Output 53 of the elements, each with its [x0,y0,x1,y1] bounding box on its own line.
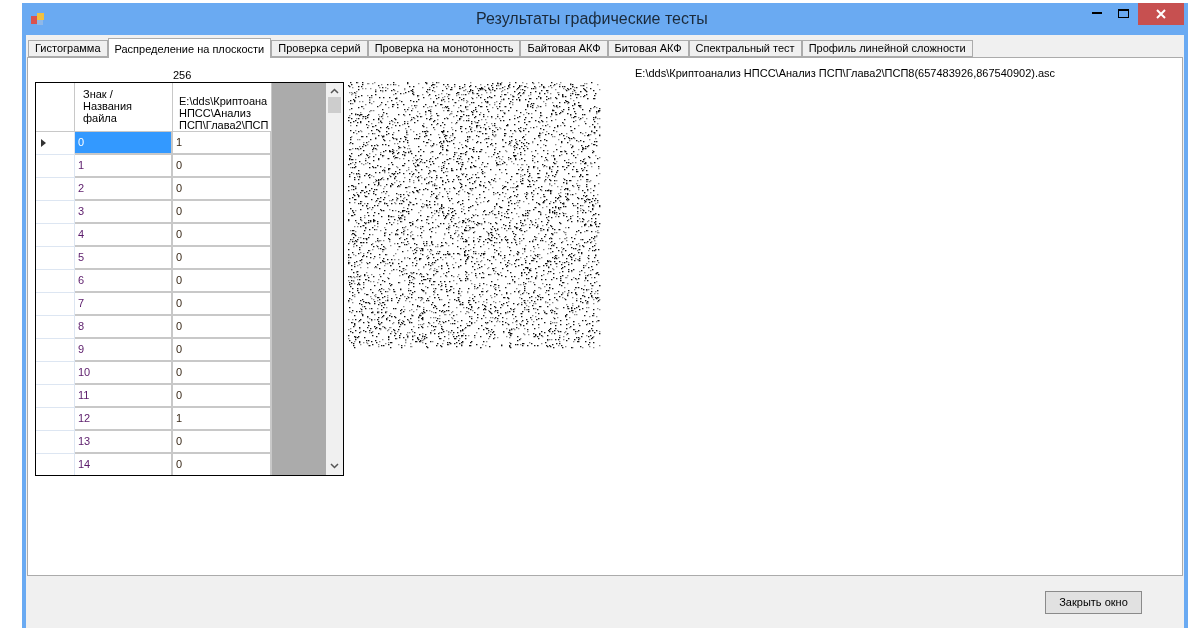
size-label: 256 [173,68,192,83]
tab[interactable]: Спектральный тест [688,40,802,57]
table-cell: 6 [75,270,173,293]
table-cell: 1 [173,408,272,431]
app-icon [30,11,46,27]
table-cell: 0 [173,178,272,201]
close-button[interactable] [1138,3,1184,25]
table-cell: 0 [173,155,272,178]
table-cell: 12 [75,408,173,431]
table-cell: 3 [75,201,173,224]
table-cell: 0 [173,385,272,408]
table-cell: 9 [75,339,173,362]
tab[interactable]: Проверка на монотонность [367,40,521,57]
table-cell: 11 [75,385,173,408]
scroll-down-icon [330,463,339,469]
table-cell: 0 [173,201,272,224]
scroll-up-icon [330,88,339,94]
table-cell: 10 [75,362,173,385]
table-cell: 5 [75,247,173,270]
current-row-icon [41,139,46,147]
table-cell: 7 [75,293,173,316]
tab[interactable]: Распределение на плоскости [107,38,272,58]
table-cell: 0 [173,247,272,270]
row-header[interactable] [36,132,75,155]
table-cell: 14 [75,454,173,475]
table-cell: 0 [173,316,272,339]
tab[interactable]: Битовая АКФ [607,40,689,57]
table-cell: 0 [173,362,272,385]
close-icon [1156,9,1166,19]
tab[interactable]: Профиль линейной сложности [801,40,973,57]
window-title: Результаты графические тесты [476,9,708,29]
table-cell: 0 [173,224,272,247]
table-cell: 13 [75,431,173,454]
table-cell: 0 [75,132,173,155]
table-cell: 0 [173,431,272,454]
table-cell: 1 [75,155,173,178]
scrollbar-thumb[interactable] [328,97,341,113]
minimize-icon [1092,11,1102,15]
table-cell: 0 [173,270,272,293]
table-cell: 1 [173,132,272,155]
maximize-icon [1117,8,1129,18]
table-cell: 0 [173,454,272,475]
table-cell: 8 [75,316,173,339]
table-cell: 0 [173,339,272,362]
vertical-scrollbar[interactable] [326,83,343,475]
tab[interactable]: Байтовая АКФ [520,40,608,57]
table-cell: 2 [75,178,173,201]
file-path-label: E:\dds\Криптоанализ НПСС\Анализ ПСП\Глава2\ПСП8(657483926,867540902).asc [635,66,1056,81]
close-window-button[interactable]: Закрыть окно [1045,591,1142,614]
tab[interactable]: Гистограмма [28,40,108,57]
table-cell: 4 [75,224,173,247]
table-cell: 0 [173,293,272,316]
tab[interactable]: Проверка серий [271,40,368,57]
